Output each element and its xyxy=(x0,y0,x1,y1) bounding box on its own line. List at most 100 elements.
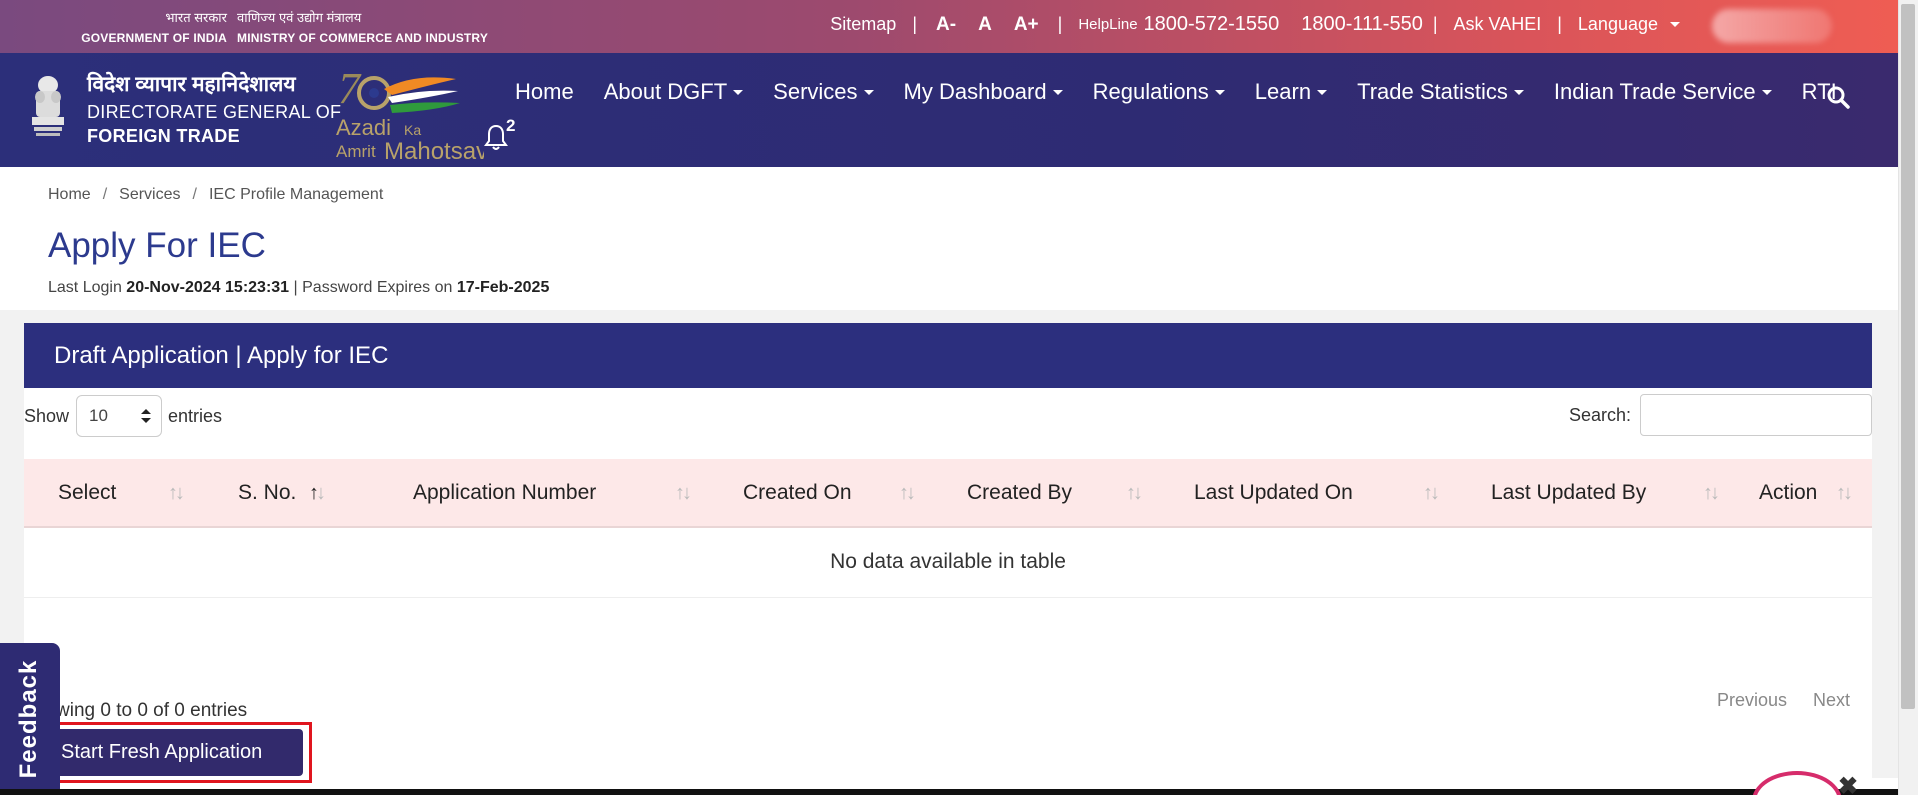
sort-icon: ↑↓ xyxy=(1423,482,1440,504)
nav-indian-trade-service[interactable]: Indian Trade Service xyxy=(1539,79,1787,105)
bottom-bar xyxy=(0,789,1898,795)
password-expiry-label: | Password Expires on xyxy=(293,279,453,296)
password-expiry-value: 17-Feb-2025 xyxy=(456,279,550,296)
table-header-row: Select ↑↓ S. No. ↑↓ Application Number ↑↓ C… xyxy=(24,459,1872,528)
nav-its-label: Indian Trade Service xyxy=(1553,79,1756,104)
bell-icon[interactable] xyxy=(484,123,508,151)
top-utility-bar: भारत सरकार GOVERNMENT OF INDIA वाणिज्य ए… xyxy=(0,0,1898,53)
breadcrumb: Home / Services / IEC Profile Management xyxy=(48,186,383,204)
pagination: Previous Next xyxy=(1717,690,1850,711)
chevron-down-icon xyxy=(1761,89,1772,95)
column-header-sno[interactable]: S. No. ↑↓ xyxy=(204,459,381,528)
sort-ascending-icon: ↑↓ xyxy=(309,482,326,504)
gov-english-text: GOVERNMENT OF INDIA xyxy=(81,31,227,45)
ministry-label: वाणिज्य एवं उद्योग मंत्रालय MINISTRY OF … xyxy=(237,8,488,48)
breadcrumb-home[interactable]: Home xyxy=(48,186,91,203)
user-menu[interactable] xyxy=(1712,9,1832,43)
chevron-down-icon xyxy=(1052,89,1063,95)
nav-services[interactable]: Services xyxy=(758,79,888,105)
nav-my-dashboard[interactable]: My Dashboard xyxy=(889,79,1078,105)
national-emblem-icon xyxy=(32,76,64,136)
column-header-application-number[interactable]: Application Number ↑↓ xyxy=(381,459,711,528)
column-label: S. No. xyxy=(238,480,297,504)
chevron-down-icon xyxy=(733,89,744,95)
column-header-last-updated-on[interactable]: Last Updated On ↑↓ xyxy=(1162,459,1459,528)
logo-text-azadi: Azadi xyxy=(336,115,391,140)
column-label: Action xyxy=(1759,480,1818,504)
main-nav-menu: Home About DGFT Services My Dashboard Re… xyxy=(500,79,1852,105)
sort-icon: ↑↓ xyxy=(1703,482,1720,504)
column-label: Last Updated On xyxy=(1194,480,1353,504)
scrollbar-thumb[interactable] xyxy=(1901,4,1915,709)
last-login-label: Last Login xyxy=(48,279,122,296)
feedback-tab[interactable]: Feedback xyxy=(0,643,60,795)
nav-learn-label: Learn xyxy=(1254,79,1312,104)
breadcrumb-separator: / xyxy=(102,186,108,203)
nav-trade-statistics[interactable]: Trade Statistics xyxy=(1342,79,1539,105)
start-fresh-application-button[interactable]: Start Fresh Application xyxy=(45,729,303,776)
search-icon[interactable] xyxy=(1826,85,1850,109)
divider: | xyxy=(1557,14,1562,34)
sitemap-link[interactable]: Sitemap xyxy=(830,14,896,35)
font-decrease-button[interactable]: A- xyxy=(936,14,956,36)
sort-icon: ↑↓ xyxy=(1126,482,1143,504)
page-length-control: Show 10 entries xyxy=(24,395,222,437)
column-header-last-updated-by[interactable]: Last Updated By ↑↓ xyxy=(1459,459,1739,528)
column-header-created-on[interactable]: Created On ↑↓ xyxy=(711,459,935,528)
nav-services-label: Services xyxy=(773,79,858,104)
helpline-phone-2[interactable]: 1800-111-550 xyxy=(1301,13,1423,36)
pagination-previous[interactable]: Previous xyxy=(1717,690,1787,711)
nav-dashboard-label: My Dashboard xyxy=(903,79,1047,104)
column-label: Created On xyxy=(743,480,852,504)
sort-icon: ↑↓ xyxy=(168,482,185,504)
pagination-next[interactable]: Next xyxy=(1813,690,1850,711)
feedback-label: Feedback xyxy=(15,659,42,779)
helpline-label: HelpLine xyxy=(1078,16,1138,33)
font-increase-button[interactable]: A+ xyxy=(1014,14,1039,36)
last-login-value: 20-Nov-2024 15:23:31 xyxy=(126,279,290,296)
nav-home[interactable]: Home xyxy=(500,79,589,105)
column-header-action[interactable]: Action ↑↓ xyxy=(1739,459,1872,528)
nav-regulations[interactable]: Regulations xyxy=(1078,79,1240,105)
page-length-value: 10 xyxy=(89,406,108,425)
ask-vahei-link[interactable]: Ask VAHEI xyxy=(1454,14,1542,35)
chevron-down-icon xyxy=(1513,89,1524,95)
logo-text-ka: Ka xyxy=(404,122,421,138)
breadcrumb-services[interactable]: Services xyxy=(119,186,180,203)
ministry-hindi-text: वाणिज्य एवं उद्योग मंत्रालय xyxy=(237,10,362,25)
panel-title: Draft Application | Apply for IEC xyxy=(24,323,1872,388)
gov-hindi-text: भारत सरकार xyxy=(165,10,227,25)
draft-applications-table: Select ↑↓ S. No. ↑↓ Application Number ↑↓ C… xyxy=(24,459,1872,598)
search-label: Search: xyxy=(1568,404,1631,425)
close-icon[interactable]: ✖ xyxy=(1838,772,1858,795)
column-header-created-by[interactable]: Created By ↑↓ xyxy=(935,459,1162,528)
divider: | xyxy=(1057,14,1063,34)
sort-icon: ↑↓ xyxy=(899,482,916,504)
nav-about-dgft[interactable]: About DGFT xyxy=(589,79,758,105)
nav-learn[interactable]: Learn xyxy=(1240,79,1342,105)
search-input[interactable] xyxy=(1640,394,1872,436)
ministry-english-text: MINISTRY OF COMMERCE AND INDUSTRY xyxy=(237,31,489,45)
nav-trade-stats-label: Trade Statistics xyxy=(1357,79,1508,104)
draft-application-panel: Draft Application | Apply for IEC Show 1… xyxy=(24,323,1872,778)
notification-count-badge: 2 xyxy=(506,116,516,135)
sort-icon: ↑↓ xyxy=(1836,482,1853,504)
logo-text-mahotsav: Mahotsav xyxy=(384,138,484,163)
helpline-phone-1[interactable]: 1800-572-1550 xyxy=(1144,13,1280,36)
dgft-hindi-name: विदेश व्यापार महानिदेशालय xyxy=(87,73,296,96)
language-label: Language xyxy=(1577,14,1658,34)
dgft-name-line2: FOREIGN TRADE xyxy=(87,126,240,146)
language-dropdown[interactable]: Language xyxy=(1578,14,1680,35)
font-normal-button[interactable]: A xyxy=(978,14,992,36)
entries-label: entries xyxy=(168,405,223,426)
logo-text-amrit: Amrit xyxy=(336,142,376,161)
page-length-select[interactable]: 10 xyxy=(76,395,163,437)
column-header-select[interactable]: Select ↑↓ xyxy=(24,459,204,528)
chevron-down-icon xyxy=(1317,89,1328,95)
column-label: Last Updated By xyxy=(1491,480,1647,504)
table-row: No data available in table xyxy=(24,527,1872,598)
azadi-ka-amrit-mahotsav-logo: 7 Azadi Ka Amrit Mahotsav xyxy=(336,64,484,163)
select-arrows-icon xyxy=(141,409,152,423)
login-info: Last Login 20-Nov-2024 15:23:31 | Passwo… xyxy=(48,279,549,297)
column-label: Select xyxy=(58,480,117,504)
